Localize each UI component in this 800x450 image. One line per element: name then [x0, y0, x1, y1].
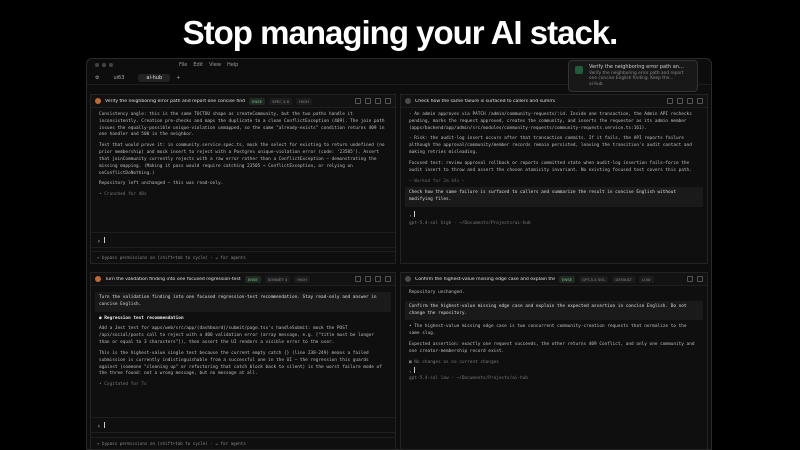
pane-title: Check how the same failure is surfaced t… [415, 98, 555, 104]
model-status: gpt-5.4-sol low · ~/Documents/Projects/a… [409, 376, 528, 382]
status-badge: ENSE [249, 97, 266, 105]
agent-pane-2: Check how the same failure is surfaced t… [400, 94, 708, 264]
close-dot[interactable] [95, 63, 99, 67]
effort-badge: HIGH [296, 97, 312, 105]
step-heading: ● Regression test recommendation [99, 315, 184, 321]
menu-help[interactable]: Help [227, 62, 238, 68]
message-paragraph: This is the highest-value single test be… [99, 350, 382, 377]
effort-badge: HIGH [294, 275, 310, 283]
notification-project: ai-hub [589, 81, 603, 87]
prompt-input[interactable]: › [91, 232, 395, 248]
close-icon[interactable] [697, 98, 703, 104]
status-badge: ENSE [559, 275, 576, 283]
menu-view[interactable]: View [209, 62, 221, 68]
agent-pane-4: Confirm the highest-value missing edge c… [400, 272, 708, 450]
agent-avatar [95, 98, 101, 104]
status-line: ■ No changes as no current changes [409, 359, 499, 365]
agent-avatar [95, 276, 101, 282]
model-badge: SPEC 4.6 [269, 97, 293, 105]
close-icon[interactable] [385, 98, 391, 104]
bell-icon[interactable] [375, 276, 381, 282]
maximize-dot[interactable] [109, 63, 113, 67]
effort-badge: LOW [638, 275, 654, 283]
pane-transcript: Consistency angle: this is the same TOCT… [91, 108, 395, 203]
pause-icon[interactable] [365, 98, 371, 104]
pane-title: Verify the neighboring error path and re… [105, 98, 245, 104]
add-tab-button[interactable]: + [176, 75, 180, 81]
status-line: — Worked for 2m 44s — [409, 178, 465, 184]
pane-footer: » bypass permissions on (shift+tab to cy… [91, 251, 395, 263]
message-paragraph: - An admin approves via PATCH /admin/com… [409, 112, 692, 131]
agent-avatar [405, 276, 411, 282]
status-line: • Cogitated for 7s [99, 382, 147, 388]
user-message: Turn the validation finding into one foc… [95, 292, 391, 312]
user-message: Check how the same failure is surfaced t… [405, 187, 703, 208]
notification-toast[interactable]: Verify the neighboring error path an... … [568, 60, 698, 92]
split-icon[interactable] [355, 98, 361, 104]
message-paragraph: Test that would prove it: in community.s… [99, 143, 385, 176]
notification-title: Verify the neighboring error path an... [589, 64, 684, 70]
message-paragraph: Add a Jest test for apps/web/src/app/(da… [99, 326, 374, 346]
tab-ai-hub[interactable]: ai-hub [138, 73, 171, 82]
pane-header: Check how the same failure is surfaced t… [401, 95, 707, 108]
split-icon[interactable] [355, 276, 361, 282]
pane-header: Confirm the highest-value missing edge c… [401, 273, 707, 286]
menu-file[interactable]: File [179, 62, 187, 68]
pane-header: Turn the validation finding into one foc… [91, 273, 395, 286]
message-paragraph: Expected assertion: exactly one request … [409, 342, 695, 354]
check-icon [575, 66, 583, 74]
pane-transcript: Turn the validation finding into one foc… [91, 286, 395, 393]
mode-badge: DEFAULT [612, 275, 635, 283]
close-icon[interactable] [385, 276, 391, 282]
message-paragraph: Repository unchanged. [409, 290, 465, 295]
agent-pane-3: Turn the validation finding into one foc… [90, 272, 396, 450]
tab-ui63[interactable]: ui63 [105, 74, 132, 82]
pane-title: Turn the validation finding into one foc… [105, 276, 241, 282]
status-line: • Crunched for 40s [99, 192, 147, 198]
pane-header: Verify the neighboring error path and re… [91, 95, 395, 108]
status-badge: ENSE [244, 275, 261, 283]
pane-transcript: - An admin approves via PATCH /admin/com… [401, 108, 707, 232]
message-paragraph: Repository left unchanged — this was rea… [99, 181, 224, 187]
window-controls [95, 63, 113, 67]
agent-pane-1: Verify the neighboring error path and re… [90, 94, 396, 264]
minimize-dot[interactable] [102, 63, 106, 67]
prompt-input[interactable]: › [409, 366, 699, 377]
message-paragraph: Focused test: review approval rollback o… [409, 160, 692, 173]
prompt-input[interactable]: › [91, 417, 395, 433]
prompt-input[interactable]: › [409, 211, 699, 221]
pause-icon[interactable] [365, 276, 371, 282]
pane-transcript: Repository unchanged. Confirm the highes… [401, 286, 707, 387]
menu-edit[interactable]: Edit [193, 62, 203, 68]
bell-icon[interactable] [375, 98, 381, 104]
pause-icon[interactable] [677, 98, 683, 104]
pane-footer: » bypass permissions on (shift+tab to cy… [91, 437, 395, 449]
user-message: Confirm the highest-value missing edge c… [405, 300, 703, 321]
message-paragraph: • The highest-value missing edge case is… [409, 324, 687, 337]
settings-icon[interactable]: ⚙ [95, 75, 99, 81]
close-icon[interactable] [697, 276, 703, 282]
model-badge: GPT-5.4 SOL [579, 275, 609, 283]
split-icon[interactable] [687, 276, 693, 282]
agent-avatar [405, 98, 411, 104]
hero-headline: Stop managing your AI stack. [182, 14, 619, 51]
model-badge: SONNET 4 [264, 275, 291, 283]
bell-icon[interactable] [687, 98, 693, 104]
pane-title: Confirm the highest-value missing edge c… [415, 276, 555, 282]
message-paragraph: Consistency angle: this is the same TOCT… [99, 112, 385, 138]
split-icon[interactable] [667, 98, 673, 104]
model-status: gpt-5.4-sol high · ~/Documents/Projects/… [409, 220, 531, 226]
message-paragraph: - Risk: the audit-log insert occurs afte… [409, 136, 692, 156]
